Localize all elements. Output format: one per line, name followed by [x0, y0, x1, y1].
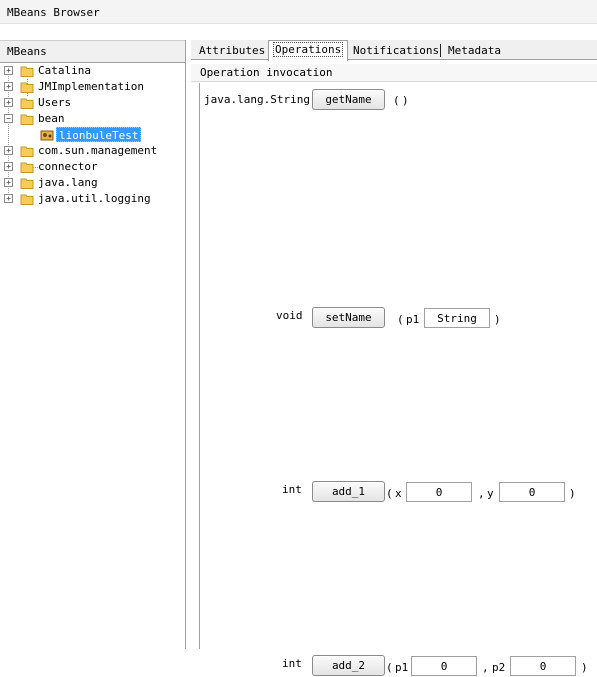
close-paren: ) [569, 487, 576, 500]
collapse-icon[interactable]: − [4, 114, 13, 123]
tree-item-label: lionbuleTest [56, 127, 142, 142]
tree-item-users[interactable]: + Users [0, 95, 184, 111]
tree-item-bean[interactable]: − bean [0, 111, 184, 127]
tab-metadata[interactable]: Metadata [444, 42, 505, 60]
tab-operations[interactable]: Operations [268, 40, 349, 61]
tree-item-label: connector [38, 160, 98, 173]
tree-item-label: bean [38, 112, 65, 125]
param-name: p2 [492, 661, 506, 674]
tab-separator [440, 44, 441, 57]
param-p2-field[interactable]: 0 [510, 656, 576, 676]
expand-icon[interactable]: + [4, 194, 13, 203]
tab-label: Attributes [199, 44, 266, 57]
open-paren: ( [393, 94, 400, 107]
param-p1-field[interactable]: 0 [411, 656, 477, 676]
operation-row-getname: java.lang.String getName ( ) [200, 89, 597, 113]
param-separator: , [482, 661, 489, 674]
tab-bar: Attributes Operations Notifications Meta… [191, 40, 597, 61]
details-panel: Attributes Operations Notifications Meta… [191, 40, 597, 676]
return-type: int [282, 483, 302, 496]
folder-icon [20, 162, 34, 173]
close-paren: ) [581, 661, 588, 674]
folder-icon [20, 194, 34, 205]
tree-item-catalina[interactable]: + Catalina [0, 63, 184, 79]
tab-attributes[interactable]: Attributes [195, 42, 269, 60]
invoke-add2-button[interactable]: add_2 [312, 655, 385, 676]
mbeans-panel: MBeans + Catalina + JMImplementation + U… [0, 40, 186, 649]
tab-label: Notifications [353, 44, 440, 57]
return-type: int [282, 657, 302, 670]
folder-icon [20, 98, 34, 109]
tree-item-label: com.sun.management [38, 144, 158, 157]
expand-icon[interactable]: + [4, 66, 13, 75]
tree-item-label: Catalina [38, 64, 91, 77]
section-title: Operation invocation [191, 64, 597, 82]
close-paren: ) [402, 94, 409, 107]
tree-item-connector[interactable]: + connector [0, 159, 184, 175]
tree-item-label: Users [38, 96, 72, 109]
return-type: java.lang.String [204, 93, 310, 106]
operation-row-add2: int add_2 ( p1 0 , p2 0 ) [200, 653, 597, 677]
param-p1-field[interactable]: String [424, 308, 490, 328]
expand-icon[interactable]: + [4, 162, 13, 171]
tab-label: Metadata [448, 44, 501, 57]
folder-icon [20, 114, 34, 125]
return-type: void [276, 309, 303, 322]
tree-item-label: JMImplementation [38, 80, 144, 93]
open-paren: ( [397, 313, 404, 326]
tree-item-label: java.util.logging [38, 192, 151, 205]
tree-item-com-sun-management[interactable]: + com.sun.management [0, 143, 184, 159]
invoke-getname-button[interactable]: getName [312, 89, 385, 110]
operations-area: java.lang.String getName ( ) void setNam… [199, 83, 597, 676]
tree-item-java-lang[interactable]: + java.lang [0, 175, 184, 191]
tree-item-jmimplementation[interactable]: + JMImplementation [0, 79, 184, 95]
tree-item-lionbuletest[interactable]: lionbuleTest [0, 127, 184, 143]
param-name: y [487, 487, 494, 500]
param-name: p1 [395, 661, 409, 674]
tree-item-label: java.lang [38, 176, 98, 189]
folder-icon [20, 178, 34, 189]
close-paren: ) [494, 313, 501, 326]
param-name: x [395, 487, 402, 500]
expand-icon[interactable]: + [4, 146, 13, 155]
open-paren: ( [386, 487, 393, 500]
window-title: MBeans Browser [0, 0, 597, 24]
invoke-setname-button[interactable]: setName [312, 307, 385, 328]
operation-row-add1: int add_1 ( x 0 , y 0 ) [200, 479, 597, 503]
open-paren: ( [386, 661, 393, 674]
expand-icon[interactable]: + [4, 98, 13, 107]
tab-label: Operations [273, 42, 344, 57]
mbean-icon [40, 130, 54, 141]
invoke-add1-button[interactable]: add_1 [312, 481, 385, 502]
expand-icon[interactable]: + [4, 178, 13, 187]
tab-notifications[interactable]: Notifications [349, 42, 443, 60]
expand-icon[interactable]: + [4, 82, 13, 91]
param-separator: , [478, 487, 485, 500]
param-x-field[interactable]: 0 [406, 482, 472, 502]
folder-icon [20, 66, 34, 77]
mbeans-header: MBeans [0, 40, 185, 63]
param-y-field[interactable]: 0 [499, 482, 565, 502]
operation-row-setname: void setName ( p1 String ) [200, 305, 597, 329]
param-name: p1 [406, 313, 420, 326]
folder-icon [20, 146, 34, 157]
tree-item-java-util-logging[interactable]: + java.util.logging [0, 191, 184, 207]
folder-icon [20, 82, 34, 93]
